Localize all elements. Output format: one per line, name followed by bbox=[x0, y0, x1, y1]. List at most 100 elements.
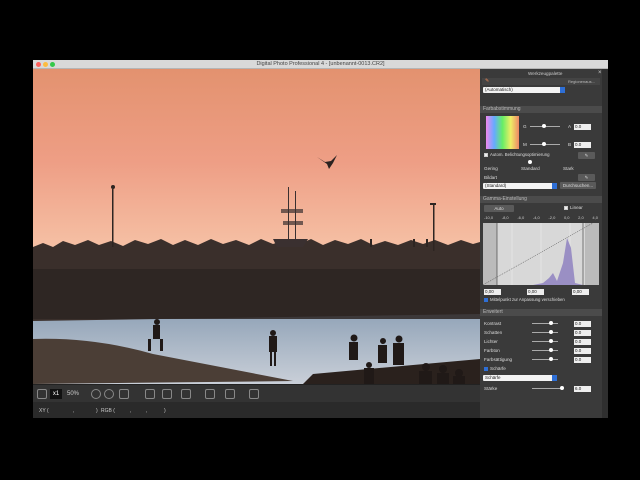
schaerfe-checkbox[interactable] bbox=[484, 367, 488, 371]
lichter-slider-knob[interactable] bbox=[549, 339, 553, 343]
lichter-slider[interactable] bbox=[532, 341, 558, 342]
photo-view[interactable] bbox=[33, 69, 480, 384]
farbsaettigung-slider-knob[interactable] bbox=[549, 357, 553, 361]
auto-exposure-checkbox[interactable] bbox=[484, 153, 488, 157]
zoom-level[interactable]: 50% bbox=[65, 389, 81, 399]
standard-label: Standard bbox=[521, 166, 540, 171]
farbton-value[interactable]: 0.0 bbox=[574, 348, 591, 354]
scale-tick: -2,0 bbox=[548, 215, 556, 220]
bildart-select-value: (Standard) bbox=[485, 183, 507, 188]
staerke-slider[interactable] bbox=[532, 388, 562, 389]
m-label: M bbox=[523, 142, 527, 147]
auto-exposure-label: Autom. Belichtungsoptimierung bbox=[490, 152, 550, 157]
auto-select[interactable]: (Automatisch) bbox=[483, 87, 565, 93]
app-window: Digital Photo Professional 4 - [unbenann… bbox=[33, 60, 608, 418]
kontrast-value[interactable]: 0.0 bbox=[574, 321, 591, 327]
farbton-slider[interactable] bbox=[532, 350, 558, 351]
schaerfe-select-value: Schärfe bbox=[485, 375, 501, 380]
lichter-label: Lichter bbox=[484, 339, 498, 344]
mittelpunkt-checkbox[interactable] bbox=[484, 298, 488, 302]
farbsaettigung-label: Farbsättigung bbox=[484, 357, 513, 362]
schatten-slider-knob[interactable] bbox=[549, 330, 553, 334]
regionen-tab[interactable]: Regionenaus... bbox=[568, 79, 595, 84]
section-farbabstimmung[interactable]: Farbabstimmung bbox=[480, 106, 602, 113]
staerke-value[interactable]: 6.0 bbox=[574, 386, 591, 392]
farbsaettigung-value[interactable]: 0.0 bbox=[574, 357, 591, 363]
zoom-1to1-button[interactable]: x1 bbox=[50, 389, 62, 399]
wb-eyedropper-button[interactable]: ✎ bbox=[578, 152, 595, 159]
a-label: A bbox=[568, 124, 572, 129]
g-slider-knob[interactable] bbox=[542, 124, 546, 128]
tool-palette: Werkzeugpalette × ✎ Regionenaus... (Auto… bbox=[480, 69, 608, 418]
staerke-label: Stärke bbox=[484, 386, 498, 391]
section-gamma[interactable]: Gamma-Einstellung bbox=[480, 196, 602, 203]
info-icon[interactable] bbox=[249, 389, 259, 399]
rgb-close: ) bbox=[164, 408, 166, 414]
scale-tick: 4,0 bbox=[592, 215, 598, 220]
kontrast-slider[interactable] bbox=[532, 323, 558, 324]
color-wheel[interactable] bbox=[486, 116, 519, 149]
schatten-slider[interactable] bbox=[532, 332, 558, 333]
chevron-down-icon bbox=[552, 375, 557, 381]
g-value[interactable]: 0.0 bbox=[574, 124, 591, 130]
staerke-slider-knob[interactable] bbox=[560, 386, 564, 390]
section-erweitert[interactable]: Erweitert bbox=[480, 309, 602, 316]
schaerfe-label: Schärfe bbox=[490, 366, 506, 371]
histogram[interactable] bbox=[483, 223, 599, 285]
gering-label: Gering bbox=[484, 166, 498, 171]
auto-select-value: (Automatisch) bbox=[485, 87, 513, 92]
window-title: Digital Photo Professional 4 - [unbenann… bbox=[256, 61, 385, 67]
palette-close-icon[interactable]: × bbox=[598, 70, 602, 76]
fit-view-icon[interactable] bbox=[37, 389, 47, 399]
strength-slider-knob[interactable] bbox=[528, 160, 532, 164]
xy-close: ) bbox=[96, 408, 98, 414]
scale-tick: -4,0 bbox=[532, 215, 540, 220]
zoom-out-icon[interactable] bbox=[91, 389, 101, 399]
crop-icon[interactable] bbox=[119, 389, 129, 399]
gamma-input-1[interactable]: 0,00 bbox=[484, 289, 501, 295]
chevron-down-icon bbox=[552, 183, 557, 189]
bildart-eyedropper-button[interactable]: ✎ bbox=[578, 174, 595, 181]
grid-icon[interactable] bbox=[145, 389, 155, 399]
scale-tick: -6,0 bbox=[517, 215, 525, 220]
g-label: G bbox=[523, 124, 527, 129]
palette-title: Werkzeugpalette bbox=[528, 71, 563, 76]
rgb-separator-2: , bbox=[146, 408, 148, 414]
gamma-scale: -10,0 -8,0 -6,0 -4,0 -2,0 0,0 2,0 4,0 bbox=[484, 215, 598, 221]
af-point-icon[interactable] bbox=[205, 389, 215, 399]
schaerfe-select[interactable]: Schärfe bbox=[483, 375, 557, 381]
title-bar: Digital Photo Professional 4 - [unbenann… bbox=[33, 60, 608, 69]
kontrast-slider-knob[interactable] bbox=[549, 321, 553, 325]
bildart-select[interactable]: (Standard) bbox=[483, 183, 557, 189]
b-label: B bbox=[568, 142, 572, 147]
zoom-in-icon[interactable] bbox=[104, 389, 114, 399]
gamma-input-2[interactable]: 0,00 bbox=[527, 289, 544, 295]
xy-label: XY ( bbox=[39, 408, 49, 414]
rgb-label: RGB ( bbox=[101, 408, 115, 414]
compare-icon[interactable] bbox=[162, 389, 172, 399]
mittelpunkt-label: Mittelpunkt zur Anpassung verschieben bbox=[490, 297, 565, 302]
view-toolbar: x1 50% bbox=[33, 384, 480, 402]
farbsaettigung-slider[interactable] bbox=[532, 359, 558, 360]
scale-tick: 2,0 bbox=[578, 215, 584, 220]
gamma-input-3[interactable]: 0,00 bbox=[572, 289, 589, 295]
gamma-auto-button[interactable]: Auto bbox=[484, 205, 514, 212]
farbton-label: Farbton bbox=[484, 348, 500, 353]
bildart-label: Bildart bbox=[484, 175, 498, 180]
lichter-value[interactable]: 0.0 bbox=[574, 339, 591, 345]
farbton-slider-knob[interactable] bbox=[549, 348, 553, 352]
durchsuchen-button[interactable]: Durchsuchen... bbox=[560, 182, 596, 189]
display-icon[interactable] bbox=[181, 389, 191, 399]
highlight-warning-icon[interactable] bbox=[225, 389, 235, 399]
linear-checkbox[interactable] bbox=[564, 206, 568, 210]
m-value[interactable]: 0.0 bbox=[574, 142, 591, 148]
schatten-value[interactable]: 0.0 bbox=[574, 330, 591, 336]
eyedropper-icon[interactable]: ✎ bbox=[485, 78, 489, 84]
m-slider-knob[interactable] bbox=[542, 142, 546, 146]
kontrast-label: Kontrast bbox=[484, 321, 502, 326]
status-bar: XY ( , ) RGB ( , , ) bbox=[33, 402, 480, 418]
scale-tick: 0,0 bbox=[563, 215, 570, 220]
scale-tick: -10,0 bbox=[484, 215, 494, 220]
palette-scrollbar[interactable] bbox=[602, 69, 608, 418]
scale-tick: -8,0 bbox=[501, 215, 509, 220]
